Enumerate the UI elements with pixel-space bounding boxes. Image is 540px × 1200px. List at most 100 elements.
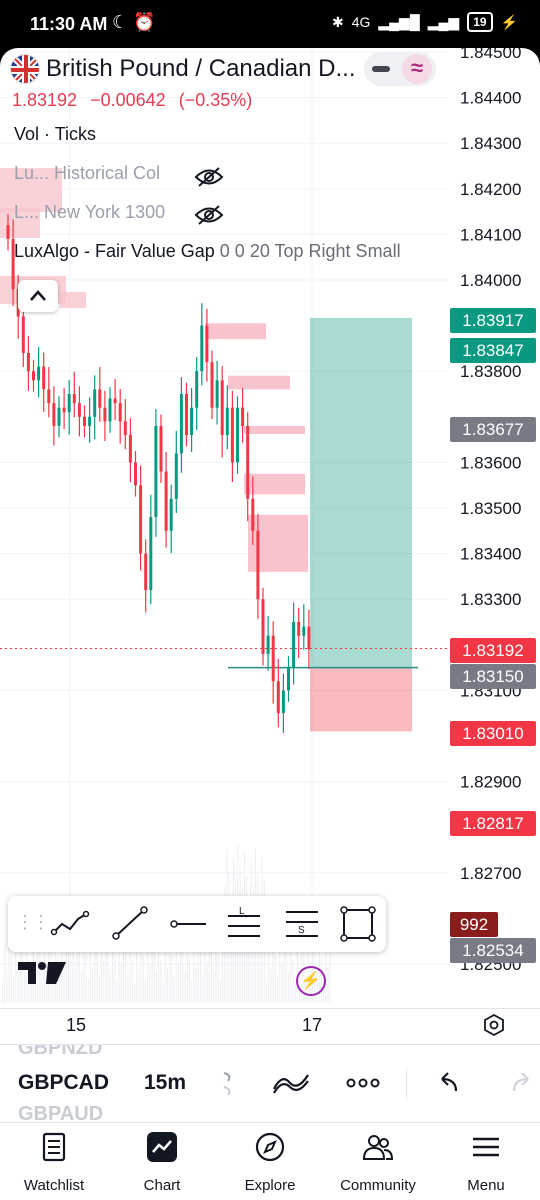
stop-loss-zone bbox=[310, 667, 412, 732]
interval-selector[interactable]: 15m bbox=[144, 1071, 186, 1095]
eye-hidden-icon[interactable] bbox=[194, 204, 224, 226]
price-change: −0.00642 bbox=[90, 90, 166, 110]
historical-zone bbox=[60, 292, 86, 308]
volume-bar bbox=[107, 947, 109, 1003]
long-position-icon[interactable]: L bbox=[222, 902, 266, 946]
candle-body bbox=[6, 225, 10, 239]
price-label-6: 1.82817 bbox=[450, 811, 536, 836]
nav-menu[interactable]: Menu bbox=[432, 1123, 540, 1200]
candle-body bbox=[37, 366, 41, 381]
y-axis-tick: 1.83400 bbox=[460, 545, 521, 564]
candle-body bbox=[113, 398, 117, 404]
volume-bar bbox=[149, 964, 151, 1003]
candle-body bbox=[230, 407, 234, 463]
candle-body bbox=[287, 667, 290, 691]
price-label-1: 1.83847 bbox=[450, 338, 536, 363]
minus-icon bbox=[372, 66, 390, 72]
candle-body bbox=[200, 325, 204, 372]
svg-text:L: L bbox=[239, 906, 245, 917]
volume-bar bbox=[6, 969, 8, 1003]
indicator-volume[interactable]: Vol · Ticks bbox=[14, 124, 96, 145]
volume-bar bbox=[164, 945, 166, 1003]
bottom-nav: Watchlist Chart Explore Community Menu bbox=[0, 1122, 540, 1200]
candle-body bbox=[256, 530, 260, 600]
symbol-title: British Pound / Canadian D... bbox=[46, 55, 356, 82]
candle-body bbox=[123, 421, 127, 436]
y-axis-tick: 1.84500 bbox=[460, 48, 521, 62]
horizontal-ray-icon[interactable] bbox=[166, 902, 210, 946]
indicators-icon[interactable] bbox=[272, 1069, 310, 1097]
chart-mode-toggle[interactable]: ≈ bbox=[364, 52, 436, 86]
volume-bar bbox=[325, 944, 327, 1003]
candle-body bbox=[108, 398, 112, 422]
volume-bar bbox=[120, 965, 122, 1003]
bolt-icon[interactable]: ⚡ bbox=[296, 966, 326, 996]
current-symbol[interactable]: GBPCAD bbox=[18, 1071, 109, 1095]
sl-price-label: 1.83010 bbox=[450, 721, 536, 746]
candle-body bbox=[149, 517, 153, 591]
candle-body bbox=[67, 394, 71, 413]
indicator-newyork[interactable]: L... New York 1300 bbox=[14, 202, 165, 223]
nav-explore[interactable]: Explore bbox=[216, 1123, 324, 1200]
short-position-icon[interactable]: S bbox=[280, 902, 324, 946]
candle-body bbox=[72, 394, 76, 404]
indicator-luxalgo[interactable]: LuxAlgo - Fair Value Gap 0 0 20 Top Righ… bbox=[14, 241, 401, 262]
undo-icon[interactable] bbox=[436, 1069, 462, 1097]
volume-bar bbox=[200, 953, 201, 1003]
y-axis-tick: 1.83500 bbox=[460, 499, 521, 518]
redo-icon[interactable] bbox=[508, 1069, 534, 1097]
candle-body bbox=[292, 622, 296, 668]
candle-body bbox=[190, 407, 194, 436]
volume-bar bbox=[10, 955, 12, 1003]
volume-bar bbox=[87, 980, 89, 1003]
nav-label: Community bbox=[340, 1177, 416, 1194]
candle-body bbox=[52, 403, 56, 426]
y-axis-tick: 1.82700 bbox=[460, 864, 521, 883]
candle-body bbox=[205, 325, 209, 363]
tradingview-logo[interactable] bbox=[16, 960, 68, 986]
luxalgo-params: 0 0 20 Top Right Small bbox=[219, 241, 401, 261]
y-axis-tick: 1.82900 bbox=[460, 773, 521, 792]
rectangle-icon[interactable] bbox=[336, 902, 380, 946]
nav-chart[interactable]: Chart bbox=[108, 1123, 216, 1200]
trend-angle-icon[interactable] bbox=[48, 902, 92, 946]
candle-body bbox=[144, 553, 148, 591]
candle-body bbox=[169, 498, 173, 531]
collapse-legend-button[interactable] bbox=[18, 280, 58, 312]
volume-bar bbox=[96, 952, 98, 1003]
chart-type-icon[interactable] bbox=[218, 1069, 238, 1097]
next-symbol[interactable]: GBPAUD bbox=[18, 1103, 103, 1122]
indicator-historical[interactable]: Lu... Historical Col bbox=[14, 163, 160, 184]
nav-watchlist[interactable]: Watchlist bbox=[0, 1123, 108, 1200]
volume-bar bbox=[68, 953, 69, 1003]
candle-body bbox=[281, 690, 285, 714]
trend-line-icon[interactable] bbox=[108, 902, 152, 946]
volume-bar bbox=[4, 946, 6, 1003]
more-icon[interactable] bbox=[346, 1069, 380, 1097]
volume-bar bbox=[74, 962, 76, 1003]
y-axis-tick: 1.84400 bbox=[460, 89, 521, 108]
volume-bar bbox=[173, 977, 175, 1003]
candle-body bbox=[297, 622, 301, 636]
status-icons: ✱ 4G ▂▄▆█ ▂▄▆ 19 ⚡ bbox=[332, 12, 518, 32]
entry-price-label: 1.83150 bbox=[450, 664, 536, 689]
eye-hidden-icon[interactable] bbox=[194, 166, 224, 188]
symbol-header[interactable]: British Pound / Canadian D... bbox=[10, 54, 356, 84]
volume-bar bbox=[222, 943, 223, 1003]
candle-body bbox=[134, 462, 137, 486]
prev-symbol[interactable]: GBPNZD bbox=[18, 1045, 102, 1060]
battery-level: 19 bbox=[467, 12, 493, 32]
time-axis[interactable]: 15 17 bbox=[0, 1008, 540, 1044]
drag-handle-icon[interactable]: ⋮⋮ bbox=[16, 912, 50, 933]
volume-bar bbox=[202, 976, 204, 1003]
nav-community[interactable]: Community bbox=[324, 1123, 432, 1200]
candle-body bbox=[261, 599, 265, 654]
price-chart[interactable]: 1.84500 1.84400 1.84300 1.84200 1.84100 1.840… bbox=[0, 48, 540, 1008]
nav-label: Menu bbox=[467, 1177, 505, 1194]
settings-hexagon-icon[interactable] bbox=[482, 1013, 506, 1037]
volume-bar bbox=[211, 948, 212, 1003]
volume-bar bbox=[142, 955, 144, 1003]
time-tick-17: 17 bbox=[302, 1015, 323, 1035]
last-price: 1.83192 bbox=[12, 90, 78, 110]
volume-bar bbox=[292, 959, 294, 1003]
